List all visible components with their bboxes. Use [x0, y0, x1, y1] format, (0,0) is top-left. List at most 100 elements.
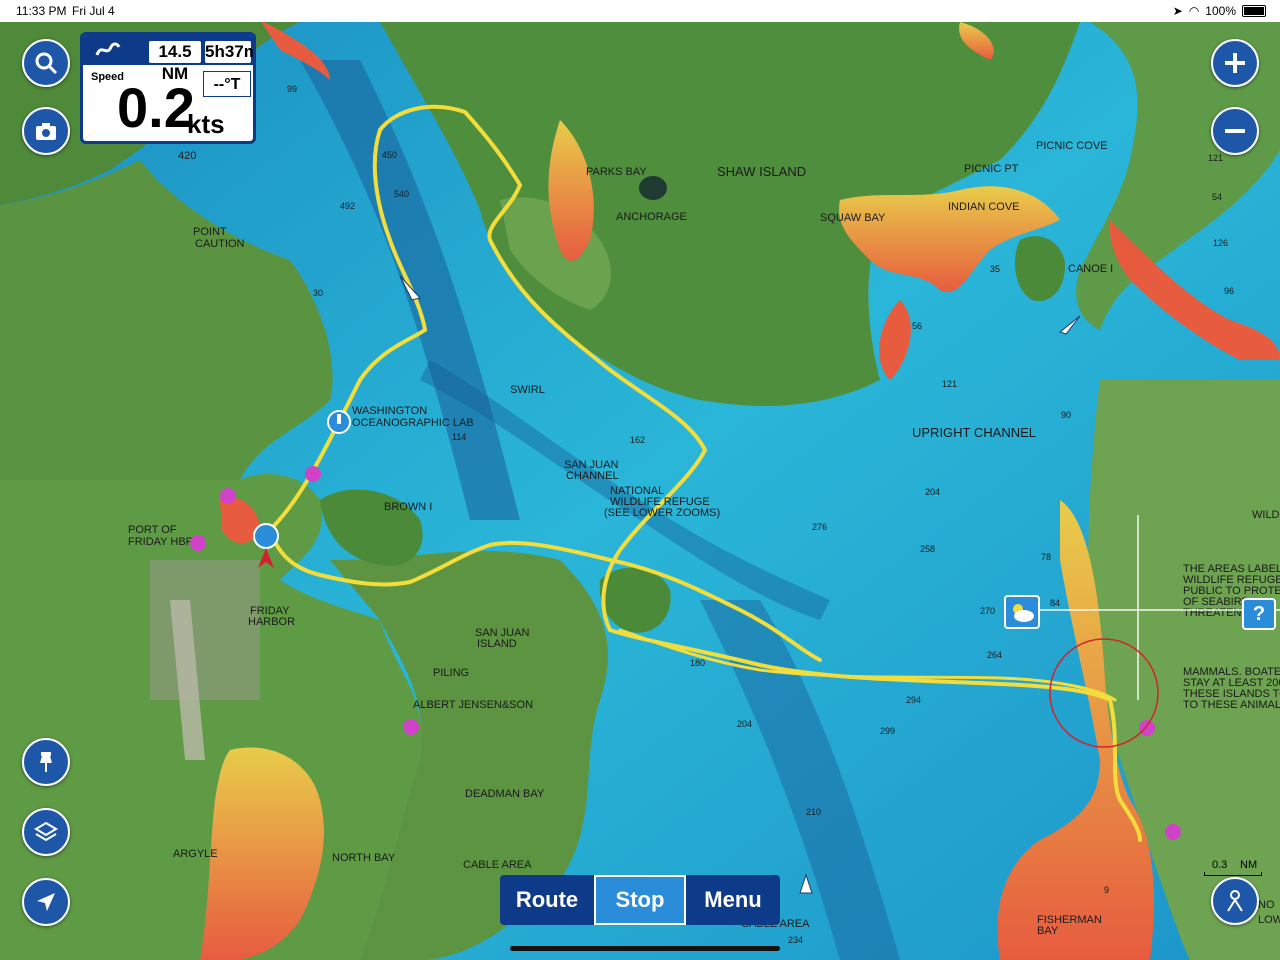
search-button[interactable] — [22, 39, 70, 87]
speed-panel[interactable]: 14.5 NM 5h37m Speed 0.2 kts --°T — [80, 32, 256, 144]
label-fisherman-2: BAY — [1037, 925, 1059, 937]
route-eta: 5h37m — [205, 41, 256, 63]
label-washington-1: WASHINGTON — [352, 405, 427, 417]
label-upright-channel: UPRIGHT CHANNEL — [912, 425, 1036, 440]
weather-cloud-icon — [1013, 604, 1034, 622]
scale-unit: NM — [1240, 859, 1258, 871]
label-shaw-island: SHAW ISLAND — [717, 164, 806, 179]
battery-icon — [1242, 5, 1266, 17]
status-day: Fri Jul 4 — [72, 4, 115, 18]
depth-sounding: 210 — [806, 807, 821, 817]
depth-sounding: 56 — [912, 321, 922, 331]
plus-icon — [1225, 53, 1245, 73]
label-wild: WILD — [1252, 509, 1280, 521]
label-washington-2: OCEANOGRAPHIC LAB — [352, 417, 474, 429]
depth-sounding: 114 — [452, 432, 466, 442]
layers-button[interactable] — [22, 808, 70, 856]
status-right: ➤ ◠ 100% — [1173, 4, 1266, 18]
depth-sounding: 299 — [880, 726, 895, 736]
battery-percent: 100% — [1205, 4, 1236, 18]
depth-sounding: 162 — [630, 435, 645, 445]
depth-sounding: 78 — [1041, 552, 1051, 562]
depth-sounding: 84 — [1050, 598, 1060, 608]
menu-button[interactable]: Menu — [686, 875, 780, 925]
label-point-caution-1: POINT — [193, 226, 227, 238]
depth-sounding: 258 — [920, 544, 935, 554]
label-point-caution-2: CAUTION — [195, 238, 245, 250]
depth-sounding: 96 — [1224, 286, 1234, 296]
zoom-out-button[interactable] — [1211, 107, 1259, 155]
label-sji-2: ISLAND — [477, 638, 517, 650]
pin-button[interactable] — [22, 738, 70, 786]
nautical-chart-map[interactable]: SHAW ISLAND PARKS BAY ANCHORAGE SQUAW BA… — [0, 0, 1280, 960]
label-low: LOW — [1258, 914, 1280, 926]
depth-sounding: 450 — [382, 150, 397, 160]
profile-button[interactable] — [1211, 877, 1259, 925]
waypoint-pin-icon[interactable] — [327, 410, 351, 434]
depth-sounding: 540 — [394, 189, 409, 199]
pin-icon — [40, 752, 52, 772]
search-icon — [35, 52, 58, 75]
status-bar: 11:33 PM Fri Jul 4 ➤ ◠ 100% — [0, 0, 1280, 22]
zoom-in-button[interactable] — [1211, 39, 1259, 87]
speed-unit: kts — [187, 109, 225, 139]
scale-line — [1204, 872, 1262, 876]
help-button[interactable]: ? — [1242, 598, 1276, 630]
depth-sounding: 35 — [990, 264, 1000, 274]
label-port-1: PORT OF — [128, 524, 177, 536]
depth-sounding: 294 — [906, 695, 921, 705]
label-cable-area-1: CABLE AREA — [463, 859, 532, 871]
depth-sounding: 204 — [925, 487, 940, 497]
depth-sounding: 9 — [1104, 885, 1109, 895]
navigate-button[interactable] — [22, 878, 70, 926]
label-squaw-bay: SQUAW BAY — [820, 212, 886, 224]
label-nwr-3: (SEE LOWER ZOOMS) — [604, 507, 720, 519]
route-distance: 14.5 NM — [149, 41, 201, 83]
weather-button[interactable] — [1004, 595, 1040, 629]
status-time: 11:33 PM — [16, 4, 67, 18]
depth-sounding: 121 — [1208, 153, 1223, 163]
depth-sounding: 204 — [737, 719, 752, 729]
camera-icon — [36, 123, 56, 140]
depth-sounding: 270 — [980, 606, 995, 616]
label-argyle: ARGYLE — [173, 848, 218, 860]
person-icon — [1227, 890, 1243, 912]
depth-sounding: 180 — [690, 658, 705, 668]
bottom-toolbar: Route Stop Menu — [500, 875, 780, 925]
depth-sounding: 264 — [987, 650, 1002, 660]
label-picnic-pt: PICNIC PT — [964, 163, 1019, 175]
depth-sounding: 234 — [788, 935, 803, 945]
label-albert-jensen: ALBERT JENSEN&SON — [413, 699, 533, 711]
depth-sounding: 99 — [287, 84, 297, 94]
label-deadman-bay: DEADMAN BAY — [465, 788, 545, 800]
label-piling: PILING — [433, 667, 469, 679]
scale-value: 0.3 — [1212, 859, 1228, 871]
depth-sounding: 420 — [178, 150, 196, 162]
label-north-bay: NORTH BAY — [332, 852, 396, 864]
route-button[interactable]: Route — [500, 875, 594, 925]
depth-sounding: 90 — [1061, 410, 1071, 420]
label-no: NO — [1258, 899, 1275, 911]
minus-icon — [1225, 129, 1245, 133]
depth-sounding: 492 — [340, 201, 355, 211]
label-friday-2: HARBOR — [248, 616, 295, 628]
heading-value: --°T — [203, 71, 251, 97]
label-port-2: FRIDAY HBR — [128, 536, 194, 548]
label-sjc-2: CHANNEL — [566, 470, 619, 482]
home-indicator[interactable] — [510, 946, 780, 951]
depth-sounding: 54 — [1212, 192, 1222, 202]
label-mammals-4: TO THESE ANIMALS. — [1183, 699, 1280, 711]
label-canoe-island: CANOE I — [1068, 263, 1113, 275]
stop-button[interactable]: Stop — [594, 875, 686, 925]
depth-sounding: 121 — [942, 379, 957, 389]
camera-button[interactable] — [22, 107, 70, 155]
label-picnic-cove: PICNIC COVE — [1036, 140, 1108, 152]
depth-sounding: 30 — [313, 288, 323, 298]
label-swirl: SWIRL — [510, 384, 545, 396]
layers-icon — [34, 821, 58, 842]
depth-sounding: 126 — [1213, 238, 1228, 248]
label-brown-island: BROWN I — [384, 501, 432, 513]
location-arrow-icon: ➤ — [1172, 4, 1183, 18]
navigation-arrow-icon — [37, 893, 55, 911]
speed-value: 0.2 — [117, 76, 195, 139]
